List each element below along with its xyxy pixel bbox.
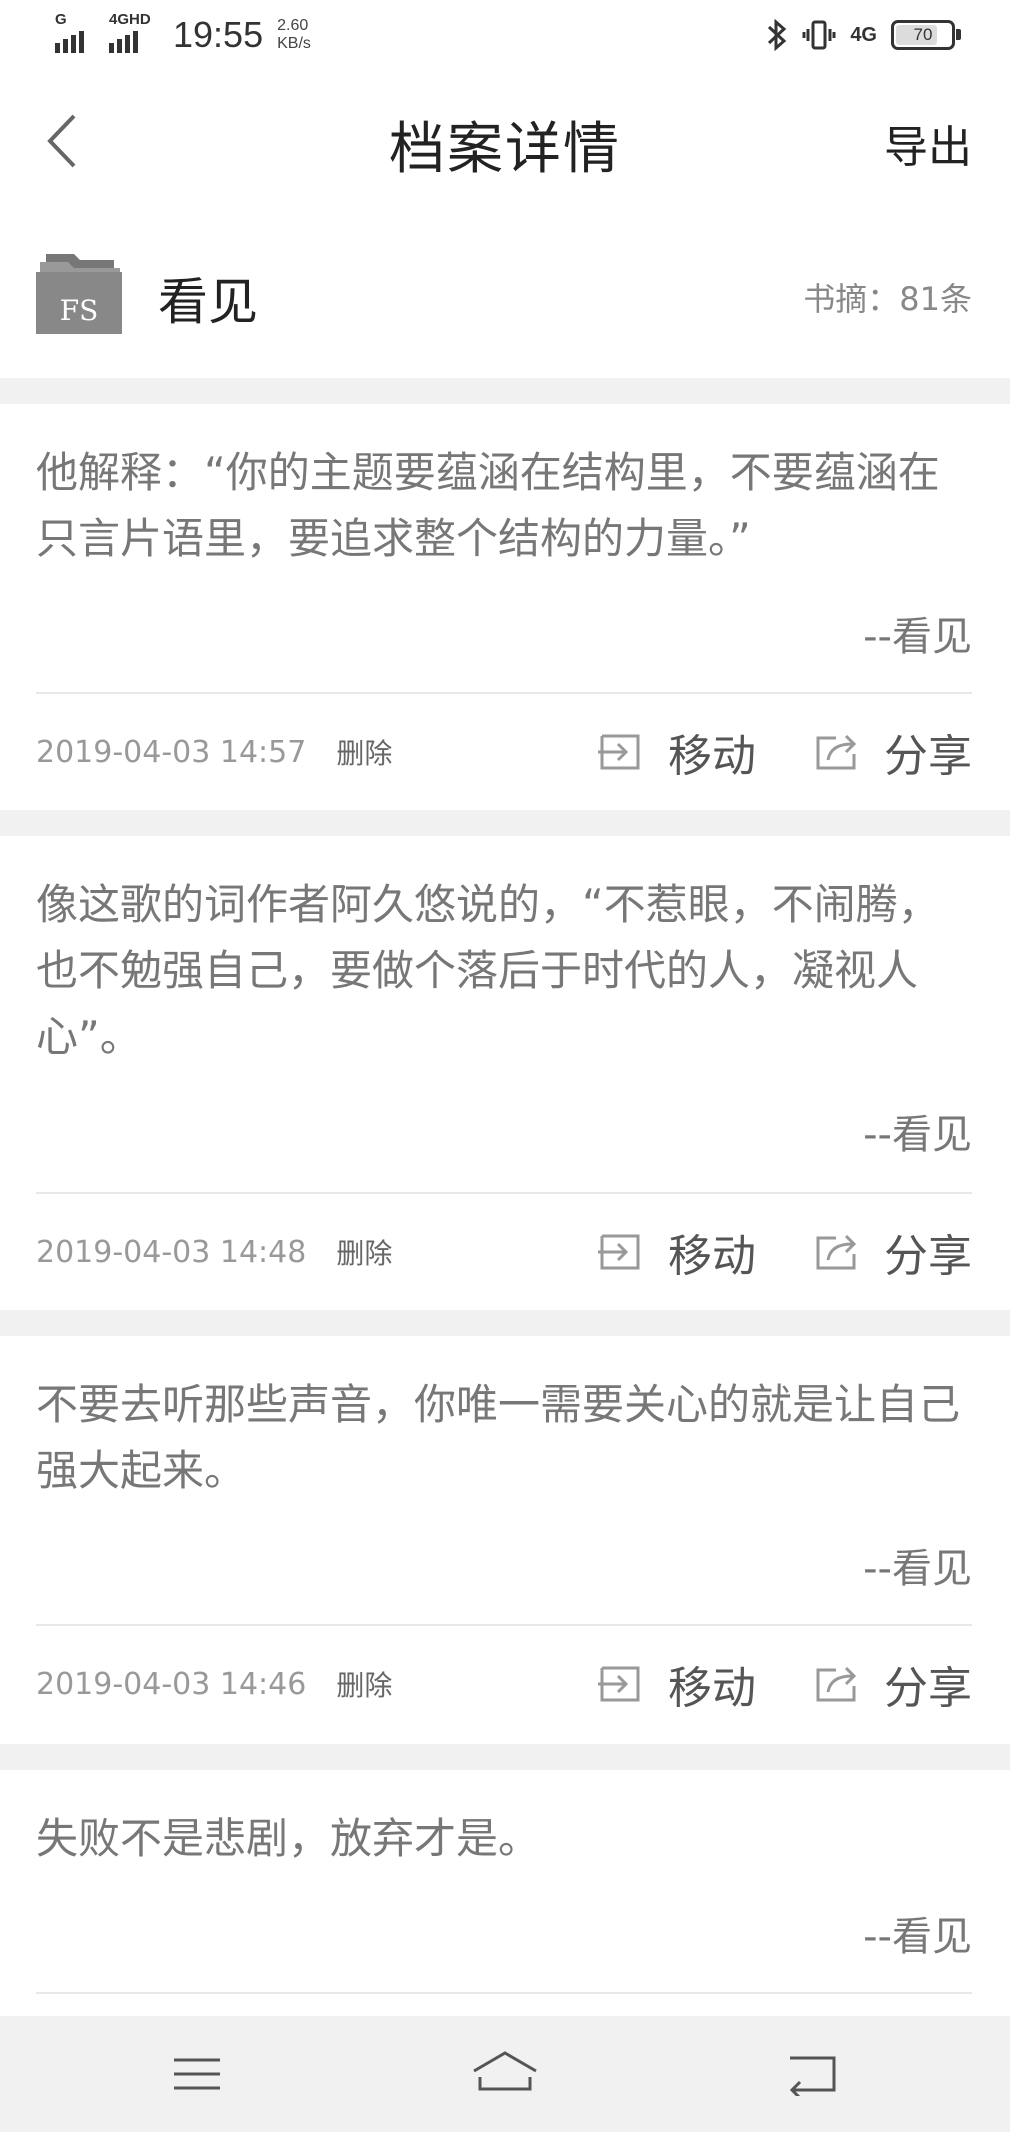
archive-summary: FS 看见 书摘：81条 [0, 206, 1010, 378]
excerpt-author: --看见 [863, 614, 972, 660]
signal2-label: 4GHD [109, 11, 151, 28]
home-button[interactable] [470, 2046, 540, 2102]
vibrate-icon [802, 20, 836, 50]
share-icon [816, 1666, 857, 1702]
signal-strength-icon-2: 4GHD [109, 11, 153, 53]
section-separator [0, 378, 1010, 404]
excerpt-meta: 2019-04-03 14:57 删除 移动 分享 [36, 722, 972, 782]
move-in-icon [598, 734, 640, 770]
delete-button[interactable]: 删除 [336, 1232, 392, 1272]
network-type-4g: 4G [850, 23, 877, 46]
signal1-label: G [55, 11, 67, 28]
excerpt-author: --看见 [863, 1914, 972, 1960]
share-label: 分享 [884, 1231, 972, 1282]
move-button[interactable]: 移动 [598, 1652, 756, 1716]
network-speed: 2.60 KB/s [277, 17, 311, 53]
battery-level: 70 [913, 25, 933, 44]
excerpt-text[interactable]: 不要去听那些声音，你唯一需要关心的就是让自己强大起来。 [36, 1372, 976, 1504]
status-bar: G 4GHD 19:55 2.60 KB/s 4G 70 [0, 0, 1010, 76]
export-button[interactable]: 导出 [884, 111, 972, 175]
menu-icon [174, 2058, 220, 2090]
divider [36, 1192, 972, 1194]
excerpt-author: --看见 [863, 1546, 972, 1592]
excerpt-date: 2019-04-03 14:46 [36, 1666, 307, 1702]
divider [36, 1624, 972, 1626]
move-label: 移动 [668, 731, 756, 782]
signal-strength-icon: G [55, 11, 95, 53]
share-button[interactable]: 分享 [814, 1652, 972, 1716]
page-title: 档案详情 [389, 117, 621, 182]
battery-indicator: 70 [891, 20, 961, 50]
excerpt-card: 不要去听那些声音，你唯一需要关心的就是让自己强大起来。 --看见 2019-04… [0, 1336, 1010, 1744]
share-label: 分享 [884, 1663, 972, 1714]
move-in-icon [598, 1234, 640, 1270]
move-button[interactable]: 移动 [598, 720, 756, 784]
divider [36, 692, 972, 694]
excerpt-meta: 2019-04-03 14:48 删除 移动 分享 [36, 1222, 972, 1282]
archive-name: 看见 [158, 273, 258, 331]
excerpt-text[interactable]: 像这歌的词作者阿久悠说的，“不惹眼，不闹腾，也不勉强自己，要做个落后于时代的人，… [36, 872, 976, 1070]
section-separator [0, 1744, 1010, 1770]
back-nav-button[interactable] [778, 2046, 848, 2102]
excerpt-meta: 2019-04-03 14:46 删除 移动 分享 [36, 1654, 972, 1714]
move-button[interactable]: 移动 [598, 1220, 756, 1284]
folder-icon-text: FS [60, 294, 99, 327]
delete-button[interactable]: 删除 [336, 1664, 392, 1704]
share-label: 分享 [884, 731, 972, 782]
move-in-icon [598, 1666, 640, 1702]
system-nav-bar [0, 2016, 1010, 2132]
excerpt-date: 2019-04-03 14:57 [36, 734, 307, 770]
speed-value: 2.60 [277, 17, 309, 34]
section-separator [0, 810, 1010, 836]
excerpt-author: --看见 [863, 1112, 972, 1158]
excerpt-card: 失败不是悲剧，放弃才是。 --看见 [0, 1770, 1010, 2016]
bluetooth-icon [768, 18, 787, 52]
excerpt-date: 2019-04-03 14:48 [36, 1234, 307, 1270]
speed-unit: KB/s [277, 35, 311, 52]
menu-button[interactable] [162, 2046, 232, 2102]
share-button[interactable]: 分享 [814, 720, 972, 784]
home-icon [473, 2051, 537, 2091]
app-header: 档案详情 导出 [0, 76, 1010, 206]
excerpt-text[interactable]: 他解释：“你的主题要蕴涵在结构里，不要蕴涵在只言片语里，要追求整个结构的力量。” [36, 440, 976, 572]
excerpt-card: 像这歌的词作者阿久悠说的，“不惹眼，不闹腾，也不勉强自己，要做个落后于时代的人，… [0, 836, 1010, 1310]
excerpt-count: 书摘：81条 [803, 280, 972, 318]
share-button[interactable]: 分享 [814, 1220, 972, 1284]
share-icon [816, 1234, 857, 1270]
delete-button[interactable]: 删除 [336, 732, 392, 772]
clock: 19:55 [173, 14, 264, 55]
return-icon [789, 2056, 836, 2096]
divider [36, 1992, 972, 1994]
move-label: 移动 [668, 1663, 756, 1714]
section-separator [0, 1310, 1010, 1336]
excerpt-card: 他解释：“你的主题要蕴涵在结构里，不要蕴涵在只言片语里，要追求整个结构的力量。”… [0, 404, 1010, 810]
folder-fs-icon: FS [36, 246, 122, 336]
excerpt-text[interactable]: 失败不是悲剧，放弃才是。 [36, 1806, 976, 1872]
share-icon [816, 734, 857, 770]
move-label: 移动 [668, 1231, 756, 1282]
